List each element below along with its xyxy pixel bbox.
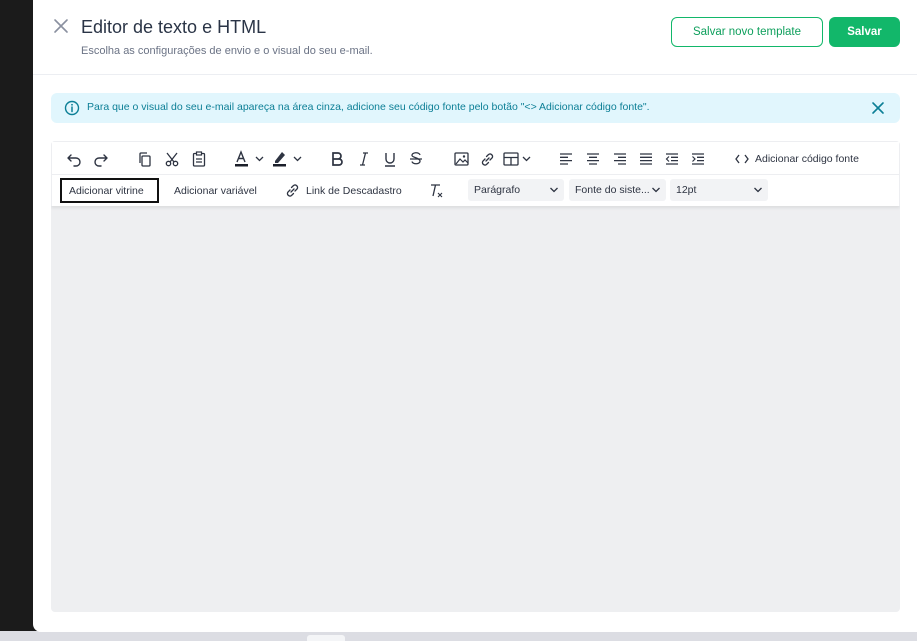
background-window-strip (0, 631, 917, 641)
editor-modal: Editor de texto e HTML Escolha as config… (33, 0, 917, 632)
modal-header: Editor de texto e HTML Escolha as config… (33, 0, 917, 75)
unsubscribe-link-label: Link de Descadastro (306, 184, 402, 197)
code-icon (735, 154, 749, 164)
strikethrough-icon[interactable] (407, 149, 425, 169)
block-format-value: Parágrafo (474, 184, 521, 196)
copy-icon[interactable] (136, 149, 154, 169)
link-icon (286, 184, 299, 197)
save-new-template-button[interactable]: Salvar novo template (671, 17, 823, 47)
background-tab (307, 635, 345, 641)
align-right-icon[interactable] (612, 149, 628, 169)
italic-icon[interactable] (355, 149, 373, 169)
editor-content-area[interactable] (51, 206, 900, 612)
info-banner-text: Para que o visual do seu e-mail apareça … (87, 101, 650, 113)
text-color-icon[interactable] (234, 149, 268, 169)
toolbar-row-primary: Adicionar código fonte (52, 142, 900, 175)
editor-toolbar: Adicionar código fonte Adicionar vitrine… (51, 141, 900, 206)
add-source-code-button[interactable]: Adicionar código fonte (735, 149, 865, 169)
page-title: Editor de texto e HTML (81, 17, 267, 37)
align-left-icon[interactable] (558, 149, 574, 169)
font-family-select[interactable]: Fonte do siste... (569, 179, 666, 201)
table-icon[interactable] (503, 149, 533, 169)
save-button[interactable]: Salvar (829, 17, 900, 47)
image-icon[interactable] (452, 149, 470, 169)
undo-icon[interactable] (65, 149, 83, 169)
paste-icon[interactable] (190, 149, 208, 169)
close-icon[interactable] (871, 101, 885, 115)
info-icon (64, 100, 80, 116)
info-banner: Para que o visual do seu e-mail apareça … (51, 93, 900, 123)
chevron-down-icon (652, 187, 660, 193)
underline-icon[interactable] (381, 149, 399, 169)
close-icon[interactable] (52, 17, 70, 35)
unsubscribe-link-button[interactable]: Link de Descadastro (285, 178, 402, 203)
add-source-code-label: Adicionar código fonte (755, 153, 859, 165)
font-size-value: 12pt (676, 184, 697, 196)
html-editor: Adicionar código fonte Adicionar vitrine… (51, 141, 900, 612)
outdent-icon[interactable] (664, 149, 680, 169)
chevron-down-icon (550, 187, 558, 193)
link-icon[interactable] (478, 149, 496, 169)
page-subtitle: Escolha as configurações de envio e o vi… (81, 45, 373, 57)
align-center-icon[interactable] (585, 149, 601, 169)
redo-icon[interactable] (92, 149, 110, 169)
indent-icon[interactable] (690, 149, 706, 169)
add-showcase-button[interactable]: Adicionar vitrine (60, 178, 159, 203)
clear-format-icon[interactable] (427, 182, 445, 200)
bold-icon[interactable] (328, 149, 346, 169)
cut-icon[interactable] (163, 149, 181, 169)
highlight-color-icon[interactable] (272, 149, 306, 169)
font-size-select[interactable]: 12pt (670, 179, 768, 201)
block-format-select[interactable]: Parágrafo (468, 179, 564, 201)
toolbar-row-secondary: Adicionar vitrine Adicionar variável Lin… (52, 175, 900, 207)
add-variable-button[interactable]: Adicionar variável (174, 178, 257, 203)
font-family-value: Fonte do siste... (575, 184, 650, 196)
align-justify-icon[interactable] (638, 149, 654, 169)
chevron-down-icon (754, 187, 762, 193)
